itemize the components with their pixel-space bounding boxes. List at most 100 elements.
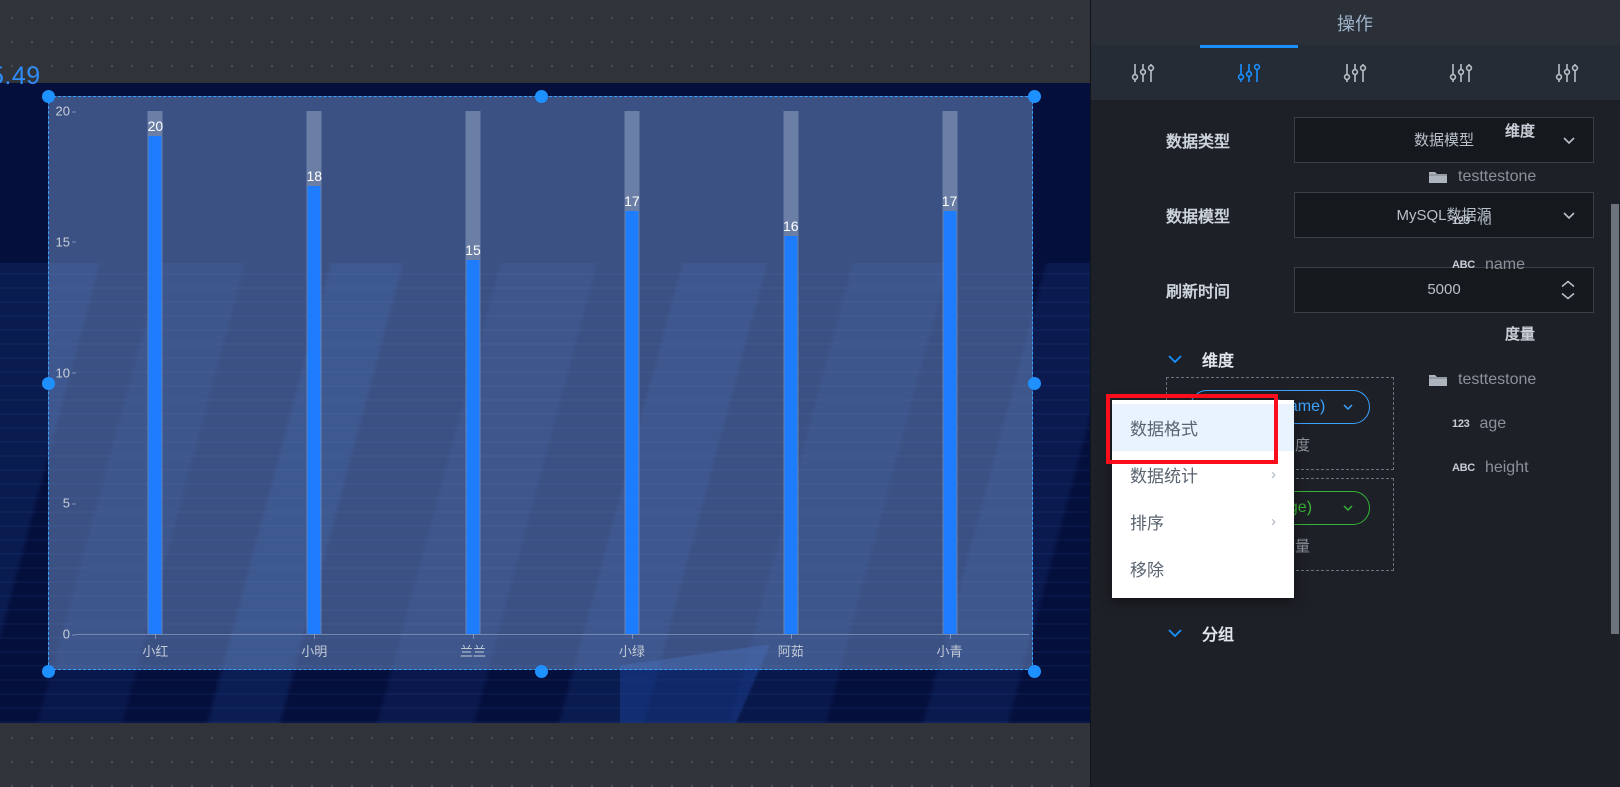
field-list-folder-label: testtestone <box>1458 371 1537 388</box>
field-item-height[interactable]: ABC height <box>1420 446 1620 490</box>
design-canvas[interactable]: 5.49 20 15 10 5 0 20 小红 18 小明 15 兰兰 17 小绿 16 阿茹 17… <box>0 0 1090 787</box>
bar-item[interactable]: 18 小明 <box>235 111 394 659</box>
bar[interactable] <box>466 260 480 634</box>
bar-item[interactable]: 17 小青 <box>870 111 1029 659</box>
bar[interactable] <box>625 210 639 634</box>
group-section-header[interactable]: 分组 <box>1166 615 1394 651</box>
panel-title: 操作 <box>1337 13 1373 34</box>
panel-body: 数据类型 数据模型 数据模型 MySQL数据源 刷新时间 5000 维度 分组 … <box>1090 102 1620 787</box>
tab-style[interactable] <box>1090 45 1196 100</box>
chevron-down-icon <box>1168 629 1182 638</box>
chart-plot-area: 20 15 10 5 0 20 小红 18 小明 15 兰兰 17 小绿 16 阿茹 17 小青 <box>56 104 1029 659</box>
x-axis-tick <box>155 634 157 639</box>
bar[interactable] <box>943 210 957 634</box>
x-axis-label: 小绿 <box>618 644 645 659</box>
number-type-icon: 123 <box>1452 215 1470 227</box>
field-list-dimension-title: 维度 <box>1504 123 1535 140</box>
dimension-section-label: 维度 <box>1202 353 1235 370</box>
field-item-age[interactable]: 123 age <box>1420 402 1620 446</box>
y-axis-tick: 20 <box>55 103 77 119</box>
bar-item[interactable]: 17 小绿 <box>553 111 712 659</box>
sliders-icon <box>1235 60 1263 86</box>
bar-value-label: 16 <box>782 217 799 234</box>
bar-value-label: 15 <box>465 242 481 259</box>
sliders-icon <box>1129 60 1157 86</box>
sliders-icon <box>1341 60 1369 86</box>
field-list-folder-label: testtestone <box>1458 168 1537 185</box>
x-axis-tick <box>790 634 792 639</box>
context-menu[interactable]: 数据格式 数据统计 › 排序 › 移除 <box>1112 400 1294 598</box>
dimension-section-header[interactable]: 维度 <box>1166 341 1394 377</box>
field-item-label: id <box>1479 212 1492 229</box>
context-menu-item-data-format[interactable]: 数据格式 <box>1112 404 1294 451</box>
field-item-id[interactable]: 123 id <box>1420 199 1620 243</box>
context-menu-item-label: 数据统计 <box>1130 467 1198 486</box>
chevron-down-icon <box>1341 501 1355 515</box>
x-axis-tick <box>473 634 475 639</box>
submenu-arrow-icon: › <box>1271 513 1276 530</box>
y-axis-tick: 5 <box>62 495 77 511</box>
bar-item[interactable]: 20 小红 <box>76 111 235 659</box>
context-menu-item-sort[interactable]: 排序 › <box>1112 498 1294 545</box>
bar-item[interactable]: 15 兰兰 <box>394 111 553 659</box>
x-axis-tick <box>949 634 951 639</box>
group-section: 分组 <box>1090 615 1420 651</box>
field-list-measure-title: 度量 <box>1504 326 1535 343</box>
scrollbar-thumb[interactable] <box>1611 204 1619 634</box>
resize-handle-top-center[interactable] <box>535 90 548 103</box>
y-axis-tick: 15 <box>55 234 77 250</box>
bar-value-label: 20 <box>147 117 164 134</box>
text-type-icon: ABC <box>1452 259 1475 271</box>
context-menu-item-data-statistics[interactable]: 数据统计 › <box>1112 451 1294 498</box>
app-root: 5.49 20 15 10 5 0 20 小红 18 小明 15 兰兰 17 小绿 16 阿茹 17… <box>0 0 1620 787</box>
canvas-dimension-label: 5.49 <box>0 62 41 90</box>
chevron-down-icon <box>1168 355 1182 364</box>
context-menu-item-label: 数据格式 <box>1130 420 1198 439</box>
bar[interactable] <box>148 135 162 634</box>
group-section-label: 分组 <box>1202 627 1235 644</box>
bar-value-label: 17 <box>624 192 640 209</box>
field-item-label: height <box>1484 459 1529 476</box>
field-list-folder[interactable]: testtestone <box>1420 155 1620 199</box>
bar-item[interactable]: 16 阿茹 <box>711 111 870 659</box>
field-list: 维度 testtestone 123 id ABC name 度量 testte… <box>1420 102 1620 490</box>
panel-scrollbar[interactable] <box>1610 204 1620 787</box>
tab-interaction[interactable] <box>1302 45 1408 100</box>
field-item-label: age <box>1479 415 1507 432</box>
context-menu-item-remove[interactable]: 移除 <box>1112 545 1294 592</box>
resize-handle-bottom-left[interactable] <box>42 665 55 678</box>
data-model-label: 数据模型 <box>1166 208 1231 226</box>
bar[interactable] <box>784 235 798 634</box>
chevron-down-icon <box>1341 400 1355 414</box>
resize-handle-middle-left[interactable] <box>42 377 55 390</box>
resize-handle-top-right[interactable] <box>1028 90 1041 103</box>
submenu-arrow-icon: › <box>1271 466 1276 483</box>
sliders-icon <box>1447 60 1475 86</box>
bar-value-label: 18 <box>306 167 323 184</box>
refresh-time-label: 刷新时间 <box>1166 283 1231 301</box>
x-axis-tick <box>631 634 633 639</box>
chart-selection-box[interactable]: 20 15 10 5 0 20 小红 18 小明 15 兰兰 17 小绿 16 阿茹 17 小青 <box>42 90 1041 678</box>
resize-handle-top-left[interactable] <box>42 90 55 103</box>
field-list-folder[interactable]: testtestone <box>1420 358 1620 402</box>
resize-handle-bottom-center[interactable] <box>535 665 548 678</box>
field-item-name[interactable]: ABC name <box>1420 243 1620 287</box>
field-item-label: name <box>1484 256 1525 273</box>
context-menu-item-label: 排序 <box>1130 514 1164 533</box>
x-axis-label: 兰兰 <box>460 644 487 659</box>
resize-handle-bottom-right[interactable] <box>1028 665 1041 678</box>
resize-handle-middle-right[interactable] <box>1028 377 1041 390</box>
x-axis-tick <box>314 634 316 639</box>
bar[interactable] <box>307 185 321 634</box>
text-type-icon: ABC <box>1452 462 1475 474</box>
tab-advanced[interactable] <box>1514 45 1620 100</box>
panel-tabbar <box>1090 45 1620 101</box>
number-type-icon: 123 <box>1452 418 1470 430</box>
x-axis-label: 小青 <box>936 644 963 659</box>
bar-chart[interactable]: 20 15 10 5 0 20 小红 18 小明 15 兰兰 17 小绿 16 阿茹 17 小青 <box>49 97 1034 671</box>
tab-animation[interactable] <box>1408 45 1514 100</box>
x-axis-label: 小红 <box>142 644 169 659</box>
y-axis-tick: 10 <box>55 365 77 380</box>
sliders-icon <box>1553 60 1581 86</box>
tab-data[interactable] <box>1196 45 1302 100</box>
